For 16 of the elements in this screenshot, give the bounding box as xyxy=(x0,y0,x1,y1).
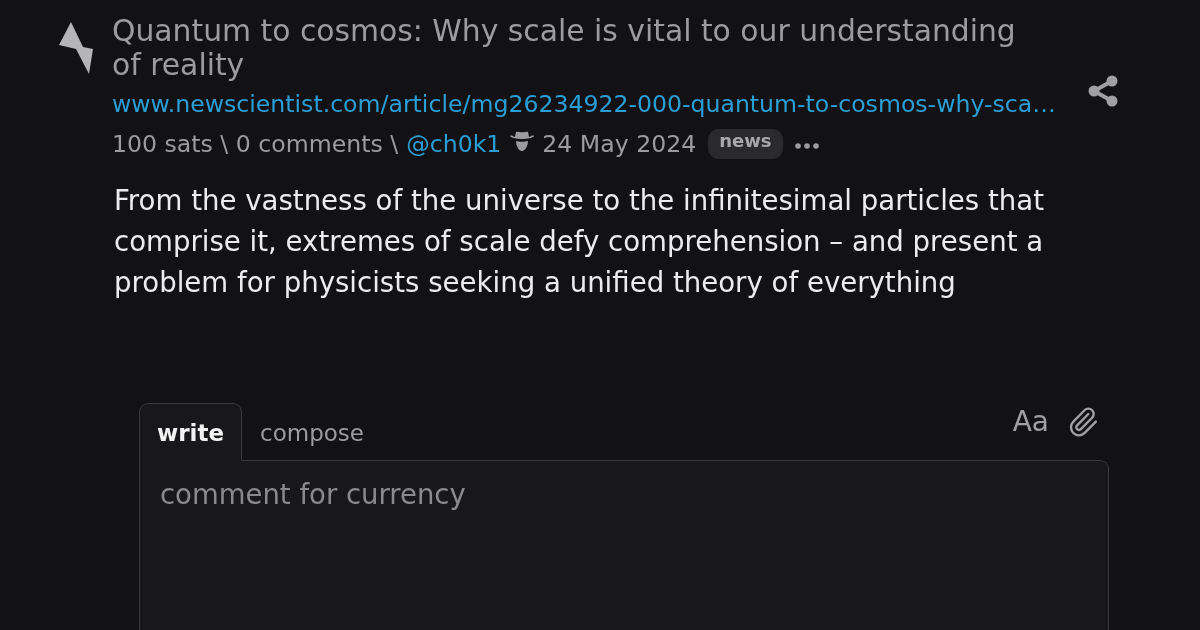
paperclip-icon[interactable] xyxy=(1067,406,1099,438)
author-link[interactable]: @ch0k1 xyxy=(406,130,502,158)
lightning-bolt-icon[interactable] xyxy=(58,22,94,74)
share-icon[interactable] xyxy=(1088,75,1118,107)
more-icon[interactable] xyxy=(794,143,819,149)
editor-tab[interactable]: write xyxy=(139,403,243,461)
post-date: 24 May 2024 xyxy=(542,130,697,158)
text-format-button[interactable]: Aa xyxy=(1012,405,1049,439)
comment-input[interactable]: comment for currency xyxy=(139,460,1109,630)
tag-badge[interactable]: news xyxy=(708,129,783,159)
editor-tab[interactable]: compose xyxy=(242,403,382,461)
article-link[interactable]: www.newscientist.com/article/mg26234922-000-quantum-to-cosmos-why-sca… xyxy=(112,89,1056,119)
post-title[interactable]: Quantum to cosmos: Why scale is vital to our understanding of reality xyxy=(112,14,1042,82)
post-stats: 100 sats \ 0 comments \ xyxy=(112,130,399,158)
cowboy-hat-icon xyxy=(510,130,535,152)
post-body-text: From the vastness of the universe to the infinitesimal particles that comprise it, extremes of scale defy comprehension – and present a problem for physicists seeking a unified theory of everything xyxy=(114,183,1045,301)
